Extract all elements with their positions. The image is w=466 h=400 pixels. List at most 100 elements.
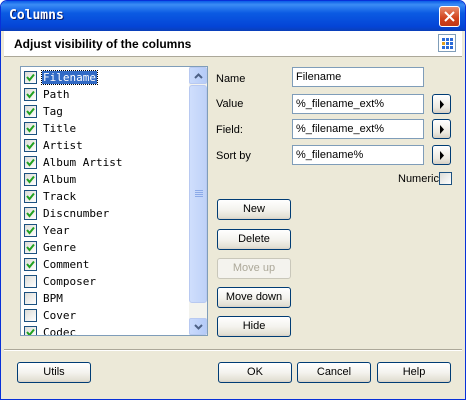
scroll-up-button[interactable] <box>189 67 207 84</box>
columns-dialog: Columns Adjust visibility of the columns… <box>0 0 466 400</box>
name-label: Name <box>216 73 246 85</box>
column-label: Album <box>43 173 77 186</box>
field-label: Field: <box>216 124 243 136</box>
column-item[interactable]: Year <box>21 222 189 239</box>
column-checkbox[interactable] <box>24 122 37 135</box>
column-label: Comment <box>43 258 90 271</box>
new-button[interactable]: New <box>217 199 291 220</box>
check-icon <box>26 73 35 82</box>
check-icon <box>26 158 35 167</box>
move-up-button[interactable]: Move up <box>217 258 291 279</box>
check-icon <box>26 90 35 99</box>
sortby-input[interactable]: %_filename% <box>292 145 424 165</box>
column-item[interactable]: Album Artist <box>21 154 189 171</box>
column-checkbox[interactable] <box>24 139 37 152</box>
column-item[interactable]: Codec <box>21 324 189 336</box>
column-label: Album Artist <box>43 156 123 169</box>
column-checkbox[interactable] <box>24 292 37 305</box>
cancel-button[interactable]: Cancel <box>297 362 371 383</box>
column-item[interactable]: Cover <box>21 307 189 324</box>
check-icon <box>26 141 35 150</box>
hide-button[interactable]: Hide <box>217 316 291 337</box>
arrow-right-icon <box>440 125 444 134</box>
help-button[interactable]: Help <box>377 362 451 383</box>
delete-button[interactable]: Delete <box>217 229 291 250</box>
grid-icon[interactable] <box>438 34 456 52</box>
columns-list[interactable]: Filename Path Tag Title Artist Album Artist Al… <box>20 66 208 336</box>
column-item[interactable]: Genre <box>21 239 189 256</box>
header-label: Adjust visibility of the columns <box>14 37 192 51</box>
field-insert-button[interactable] <box>432 119 451 139</box>
column-checkbox[interactable] <box>24 190 37 203</box>
check-icon <box>26 124 35 133</box>
column-checkbox[interactable] <box>24 275 37 288</box>
column-label: Artist <box>43 139 83 152</box>
scroll-thumb[interactable] <box>189 85 207 303</box>
check-icon <box>26 192 35 201</box>
chevron-up-icon <box>194 73 203 79</box>
column-item[interactable]: Tag <box>21 103 189 120</box>
footer-divider <box>4 349 462 351</box>
value-insert-button[interactable] <box>432 94 451 114</box>
column-checkbox[interactable] <box>24 173 37 186</box>
value-input[interactable]: %_filename_ext% <box>292 94 424 114</box>
check-icon <box>26 107 35 116</box>
column-label: Cover <box>43 309 77 322</box>
name-input[interactable]: Filename <box>292 67 424 87</box>
column-checkbox[interactable] <box>24 224 37 237</box>
column-label: Discnumber <box>43 207 110 220</box>
column-item[interactable]: BPM <box>21 290 189 307</box>
arrow-right-icon <box>440 151 444 160</box>
column-item[interactable]: Discnumber <box>21 205 189 222</box>
field-input[interactable]: %_filename_ext% <box>292 119 424 139</box>
column-item[interactable]: Composer <box>21 273 189 290</box>
sortby-label: Sort by <box>216 150 251 162</box>
column-checkbox[interactable] <box>24 309 37 322</box>
dialog-header: Adjust visibility of the columns <box>4 31 462 57</box>
column-checkbox[interactable] <box>24 241 37 254</box>
numeric-checkbox[interactable] <box>439 172 452 185</box>
column-label: Genre <box>43 241 77 254</box>
check-icon <box>26 328 35 335</box>
column-item[interactable]: Album <box>21 171 189 188</box>
column-item[interactable]: Title <box>21 120 189 137</box>
column-checkbox[interactable] <box>24 156 37 169</box>
check-icon <box>26 243 35 252</box>
column-checkbox[interactable] <box>24 105 37 118</box>
close-button[interactable] <box>439 6 460 27</box>
column-label: Codec <box>43 326 77 336</box>
column-checkbox[interactable] <box>24 207 37 220</box>
column-item[interactable]: Track <box>21 188 189 205</box>
column-checkbox[interactable] <box>24 326 37 335</box>
scroll-down-button[interactable] <box>189 318 207 335</box>
check-icon <box>26 260 35 269</box>
value-label: Value <box>216 98 244 110</box>
column-label: Filename <box>41 70 98 85</box>
column-checkbox[interactable] <box>24 71 37 84</box>
column-label: BPM <box>43 292 63 305</box>
utils-button[interactable]: Utils <box>17 362 91 383</box>
title-bar[interactable]: Columns <box>1 1 465 31</box>
column-item[interactable]: Artist <box>21 137 189 154</box>
column-label: Composer <box>43 275 96 288</box>
column-item[interactable]: Comment <box>21 256 189 273</box>
check-icon <box>26 226 35 235</box>
column-label: Year <box>43 224 70 237</box>
column-item[interactable]: Path <box>21 86 189 103</box>
arrow-right-icon <box>440 100 444 109</box>
ok-button[interactable]: OK <box>218 362 292 383</box>
close-icon <box>444 11 455 22</box>
column-label: Tag <box>43 105 63 118</box>
chevron-down-icon <box>194 324 203 330</box>
sortby-insert-button[interactable] <box>432 145 451 165</box>
move-down-button[interactable]: Move down <box>217 287 291 308</box>
column-item[interactable]: Filename <box>21 69 189 86</box>
column-checkbox[interactable] <box>24 88 37 101</box>
column-label: Track <box>43 190 77 203</box>
column-label: Path <box>43 88 70 101</box>
column-checkbox[interactable] <box>24 258 37 271</box>
column-label: Title <box>43 122 77 135</box>
check-icon <box>26 175 35 184</box>
window-title: Columns <box>9 8 64 23</box>
list-scrollbar[interactable] <box>189 67 207 335</box>
